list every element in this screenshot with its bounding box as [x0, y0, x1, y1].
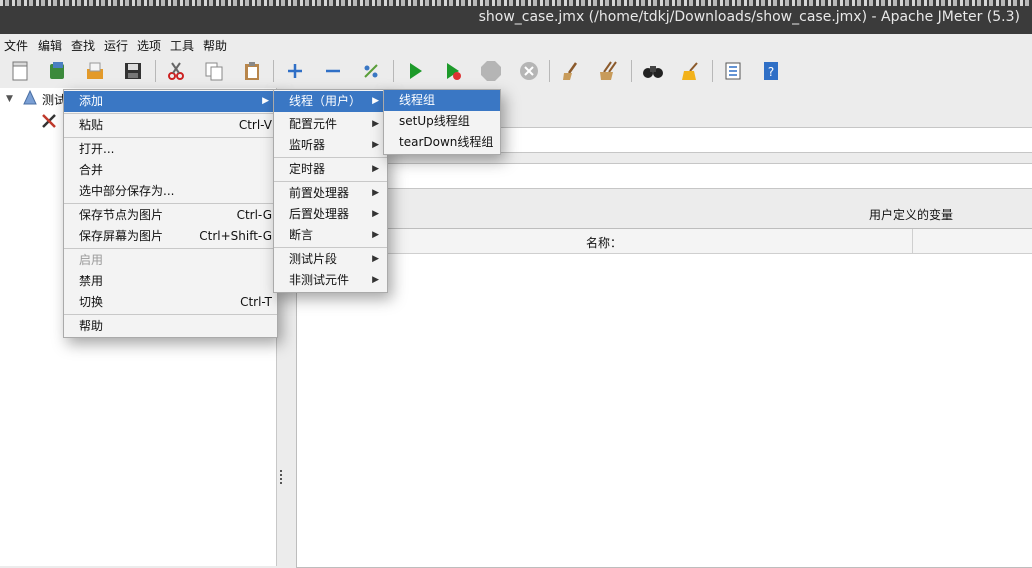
- menu-separator: [64, 314, 277, 315]
- clear-icon[interactable]: [560, 60, 582, 82]
- menu-item-disable[interactable]: 禁用: [64, 271, 277, 292]
- collapse-icon[interactable]: [322, 60, 344, 82]
- clear-all-icon[interactable]: [598, 60, 620, 82]
- expand-icon[interactable]: [284, 60, 306, 82]
- add-submenu: 线程（用户） ▶ 配置元件 ▶ 监听器 ▶ 定时器 ▶ 前置处理器 ▶ 后置处理器 ▶ 断言…: [273, 89, 388, 293]
- stop-icon[interactable]: [480, 60, 502, 82]
- submenu-item-teardown-thread-group[interactable]: tearDown线程组: [384, 132, 500, 153]
- toolbar: ?: [0, 54, 1032, 89]
- submenu-item-assertion[interactable]: 断言 ▶: [274, 225, 387, 246]
- submenu-item-pre-processor[interactable]: 前置处理器 ▶: [274, 183, 387, 204]
- reset-search-icon[interactable]: [680, 60, 702, 82]
- menu-separator: [64, 137, 277, 138]
- submenu-item-listener[interactable]: 监听器 ▶: [274, 135, 387, 156]
- comments-input[interactable]: [385, 163, 1032, 189]
- toolbar-separator: [549, 60, 550, 82]
- submenu-item-setup-thread-group[interactable]: setUp线程组: [384, 111, 500, 132]
- menu-separator: [64, 203, 277, 204]
- menu-item-open[interactable]: 打开...: [64, 139, 277, 160]
- menu-separator: [64, 113, 277, 114]
- svg-text:?: ?: [768, 65, 774, 79]
- toolbar-separator: [155, 60, 156, 82]
- menu-search[interactable]: 查找: [71, 37, 95, 54]
- menu-separator: [64, 248, 277, 249]
- submenu-item-test-fragment[interactable]: 测试片段 ▶: [274, 249, 387, 270]
- submenu-item-post-processor[interactable]: 后置处理器 ▶: [274, 204, 387, 225]
- function-helper-icon[interactable]: [722, 60, 744, 82]
- submenu-item-config-element[interactable]: 配置元件 ▶: [274, 114, 387, 135]
- menu-file[interactable]: 文件: [4, 37, 28, 54]
- open-icon[interactable]: [84, 60, 106, 82]
- user-vars-table-header: 名称：: [297, 229, 1032, 254]
- context-menu: 添加 ▶ 粘贴 Ctrl-V 打开... 合并 选中部分保存为... 保存节点为图片…: [63, 89, 278, 338]
- submenu-item-threads[interactable]: 线程（用户） ▶: [274, 91, 387, 112]
- shutdown-icon[interactable]: [518, 60, 540, 82]
- menu-item-merge[interactable]: 合并: [64, 160, 277, 181]
- menu-separator: [274, 247, 387, 248]
- menu-item-save-node-image[interactable]: 保存节点为图片 Ctrl-G: [64, 205, 277, 226]
- menu-bar: 文件 编辑 查找 运行 选项 工具 帮助: [0, 34, 1032, 54]
- toggle-icon[interactable]: [360, 60, 382, 82]
- menu-run[interactable]: 运行: [104, 37, 128, 54]
- window-title: show_case.jmx (/home/tdkj/Downloads/show…: [478, 9, 1020, 25]
- start-icon[interactable]: [404, 60, 426, 82]
- toolbar-separator: [393, 60, 394, 82]
- menu-item-paste[interactable]: 粘贴 Ctrl-V: [64, 115, 277, 136]
- split-pane-grip[interactable]: [280, 470, 282, 484]
- menu-separator: [274, 157, 387, 158]
- menu-tools[interactable]: 工具: [170, 37, 194, 54]
- test-plan-icon: [22, 89, 38, 109]
- menu-item-save-screen-image[interactable]: 保存屏幕为图片 Ctrl+Shift-G: [64, 226, 277, 247]
- menu-item-enable: 启用: [79, 253, 104, 267]
- search-icon[interactable]: [642, 60, 664, 82]
- menu-item-save-selection-as[interactable]: 选中部分保存为...: [64, 181, 277, 202]
- user-vars-table[interactable]: 名称：: [296, 228, 1032, 568]
- user-vars-title: 用户定义的变量: [869, 208, 954, 222]
- threads-submenu: 线程组 setUp线程组 tearDown线程组: [383, 89, 501, 155]
- start-no-pause-icon[interactable]: [442, 60, 464, 82]
- paste-icon[interactable]: [241, 60, 263, 82]
- copy-icon[interactable]: [203, 60, 225, 82]
- new-icon[interactable]: [9, 60, 31, 82]
- templates-icon[interactable]: [46, 60, 68, 82]
- column-divider: [912, 229, 913, 253]
- submenu-item-timer[interactable]: 定时器 ▶: [274, 159, 387, 180]
- tree-expand-arrow-icon[interactable]: ▼: [6, 94, 13, 104]
- cut-icon[interactable]: [165, 60, 187, 82]
- titlebar-overlap-strip: [0, 0, 1032, 6]
- menu-item-toggle[interactable]: 切换 Ctrl-T: [64, 292, 277, 313]
- menu-item-add[interactable]: 添加 ▶: [64, 91, 277, 112]
- save-icon[interactable]: [122, 60, 144, 82]
- menu-edit[interactable]: 编辑: [38, 37, 62, 54]
- toolbar-separator: [712, 60, 713, 82]
- name-column-header[interactable]: 名称：: [586, 234, 622, 251]
- workbench-tool-icon[interactable]: [40, 110, 60, 133]
- submenu-item-non-test-elements[interactable]: 非测试元件 ▶: [274, 270, 387, 291]
- window-titlebar: show_case.jmx (/home/tdkj/Downloads/show…: [0, 0, 1032, 34]
- menu-separator: [274, 181, 387, 182]
- menu-options[interactable]: 选项: [137, 37, 161, 54]
- help-icon[interactable]: ?: [760, 60, 782, 82]
- menu-item-help[interactable]: 帮助: [64, 316, 277, 337]
- submenu-item-thread-group[interactable]: 线程组: [384, 90, 500, 111]
- toolbar-separator: [273, 60, 274, 82]
- toolbar-separator: [631, 60, 632, 82]
- menu-help[interactable]: 帮助: [203, 37, 227, 54]
